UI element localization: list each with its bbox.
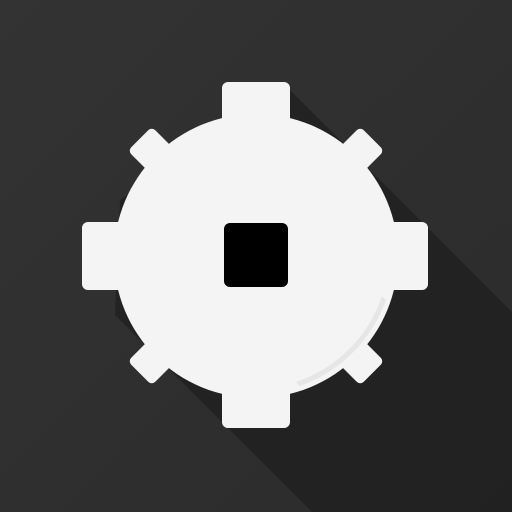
gear-icon (0, 0, 512, 512)
app-icon[interactable] (0, 0, 512, 512)
gear-hole (224, 223, 288, 287)
